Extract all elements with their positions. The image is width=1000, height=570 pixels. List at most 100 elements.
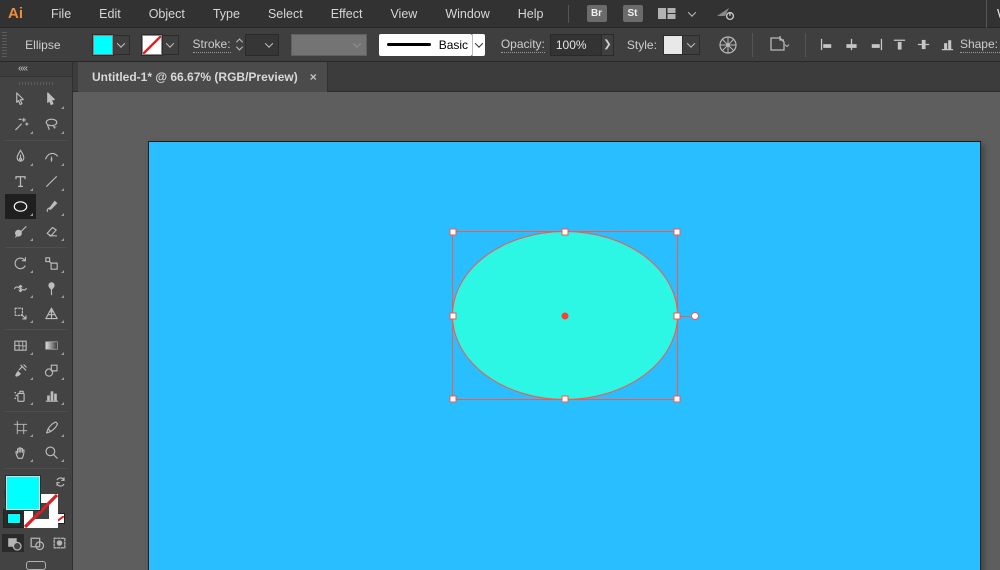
selection-handle[interactable]: [450, 312, 457, 319]
document-setup-icon[interactable]: [767, 35, 791, 55]
gpu-performance-icon[interactable]: [715, 5, 737, 22]
selection-handle[interactable]: [562, 229, 569, 236]
canvas-pasteboard[interactable]: [73, 92, 1000, 570]
opacity-input[interactable]: [550, 34, 602, 56]
close-tab-icon[interactable]: ×: [310, 70, 317, 84]
style-dropdown-chevron-icon[interactable]: [683, 35, 700, 55]
slice-tool[interactable]: [36, 415, 67, 440]
menu-items: FileEditObjectTypeSelectEffectViewWindow…: [37, 0, 558, 27]
menu-type[interactable]: Type: [199, 0, 254, 28]
draw-normal-button[interactable]: [2, 534, 24, 552]
draw-inside-button[interactable]: [48, 534, 70, 552]
brush-dropdown-chevron-icon[interactable]: [472, 34, 485, 56]
pen-tool[interactable]: [5, 144, 36, 169]
rotate-tool[interactable]: [5, 251, 36, 276]
blend-tool[interactable]: [36, 358, 67, 383]
selection-handle[interactable]: [674, 229, 681, 236]
pie-angle-widget[interactable]: [691, 312, 699, 320]
graphic-style-control[interactable]: [663, 35, 700, 55]
gradient-tool[interactable]: [36, 333, 67, 358]
fill-color-control[interactable]: [93, 35, 130, 55]
swap-fill-stroke-icon[interactable]: [55, 476, 66, 490]
stroke-weight-stepper[interactable]: [237, 38, 242, 51]
scale-tool[interactable]: [36, 251, 67, 276]
selection-handle[interactable]: [450, 396, 457, 403]
brush-definition-label: Basic: [439, 38, 468, 52]
bridge-button[interactable]: Br: [587, 5, 607, 22]
align-left-icon[interactable]: [819, 36, 836, 53]
artboard-tool[interactable]: [5, 415, 36, 440]
stroke-weight-label[interactable]: Stroke:: [193, 37, 231, 53]
style-swatch[interactable]: [663, 35, 683, 55]
tools-grid: [5, 87, 67, 465]
eyedropper-tool[interactable]: [5, 358, 36, 383]
selection-handle[interactable]: [562, 396, 569, 403]
menu-bar: Ai FileEditObjectTypeSelectEffectViewWin…: [0, 0, 1000, 28]
lasso-tool[interactable]: [36, 112, 67, 137]
recolor-artwork-icon[interactable]: [718, 35, 738, 55]
menu-help[interactable]: Help: [504, 0, 558, 28]
selection-handle[interactable]: [674, 396, 681, 403]
brush-definition-dropdown[interactable]: Basic: [379, 34, 472, 56]
shape-center-point[interactable]: [562, 312, 569, 319]
fill-swatch[interactable]: [93, 35, 113, 55]
align-center-v-icon[interactable]: [915, 36, 932, 53]
align-top-icon[interactable]: [891, 36, 908, 53]
divider: [568, 5, 569, 23]
fill-indicator[interactable]: [6, 476, 40, 510]
zoom-tool[interactable]: [36, 440, 67, 465]
panel-grip[interactable]: [2, 32, 7, 58]
direct-selection-tool[interactable]: [36, 87, 67, 112]
free-transform-tool[interactable]: [5, 301, 36, 326]
divider: [5, 247, 67, 248]
hand-tool[interactable]: [5, 440, 36, 465]
menu-edit[interactable]: Edit: [85, 0, 135, 28]
stroke-none-swatch[interactable]: [142, 35, 162, 55]
selection-tool[interactable]: [5, 87, 36, 112]
eraser-tool[interactable]: [36, 219, 67, 244]
align-bottom-icon[interactable]: [939, 36, 956, 53]
perspective-grid-tool[interactable]: [36, 301, 67, 326]
menu-file[interactable]: File: [37, 0, 85, 28]
opacity-label[interactable]: Opacity:: [501, 37, 545, 53]
document-tab-bar: Untitled-1* @ 66.67% (RGB/Preview) ×: [73, 62, 1000, 92]
type-tool[interactable]: [5, 169, 36, 194]
column-graph-tool[interactable]: [36, 383, 67, 408]
selection-bounding-box[interactable]: [452, 231, 678, 400]
opacity-slider-chevron-icon[interactable]: ❯: [602, 34, 614, 56]
line-segment-tool[interactable]: [36, 169, 67, 194]
align-right-icon[interactable]: [867, 36, 884, 53]
screen-mode-button[interactable]: [26, 561, 46, 570]
align-center-h-icon[interactable]: [843, 36, 860, 53]
stock-button[interactable]: St: [623, 5, 643, 22]
shaper-tool[interactable]: [5, 219, 36, 244]
collapse-panel-icon[interactable]: ««: [0, 62, 72, 77]
puppet-warp-tool[interactable]: [36, 276, 67, 301]
workspace-layout-icon[interactable]: [657, 6, 677, 21]
stroke-color-control[interactable]: [142, 35, 179, 55]
selection-handle[interactable]: [450, 229, 457, 236]
mesh-tool[interactable]: [5, 333, 36, 358]
draw-behind-button[interactable]: [25, 534, 47, 552]
chevron-down-icon[interactable]: [689, 11, 695, 17]
menu-window[interactable]: Window: [431, 0, 503, 28]
panel-grip[interactable]: [19, 82, 53, 85]
curvature-tool[interactable]: [36, 144, 67, 169]
ellipse-tool[interactable]: [5, 194, 36, 219]
color-mode-button[interactable]: [4, 510, 24, 527]
stroke-dropdown-chevron-icon[interactable]: [162, 35, 179, 55]
menu-object[interactable]: Object: [135, 0, 199, 28]
selection-handle[interactable]: [674, 312, 681, 319]
width-tool[interactable]: [5, 276, 36, 301]
stroke-weight-dropdown[interactable]: [245, 34, 279, 56]
menu-view[interactable]: View: [376, 0, 431, 28]
menu-select[interactable]: Select: [254, 0, 317, 28]
paintbrush-tool[interactable]: [36, 194, 67, 219]
menu-effect[interactable]: Effect: [317, 0, 377, 28]
divider: [5, 411, 67, 412]
shape-options-label[interactable]: Shape:: [960, 37, 1000, 53]
document-tab[interactable]: Untitled-1* @ 66.67% (RGB/Preview) ×: [78, 62, 328, 92]
symbol-sprayer-tool[interactable]: [5, 383, 36, 408]
magic-wand-tool[interactable]: [5, 112, 36, 137]
fill-dropdown-chevron-icon[interactable]: [113, 35, 130, 55]
